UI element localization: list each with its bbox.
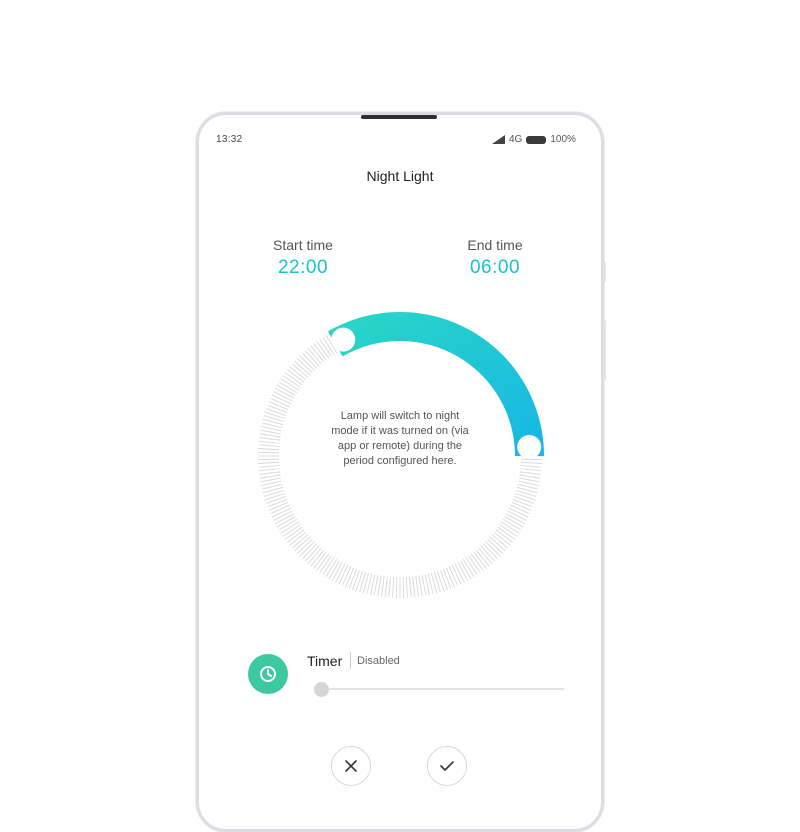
dial-tick	[270, 397, 290, 408]
dial-tick	[513, 496, 534, 504]
dial-tick	[258, 448, 280, 451]
start-handle[interactable]	[331, 327, 356, 352]
timer-label: Timer	[307, 653, 343, 669]
dial-tick	[264, 493, 286, 501]
dial-tick	[267, 404, 288, 414]
signal-icon	[492, 135, 505, 144]
dial-tick	[258, 451, 280, 454]
end-time-block[interactable]: End time 06:00	[435, 237, 555, 279]
dial-tick	[412, 576, 416, 598]
clock-icon	[260, 666, 276, 682]
dial-tick	[260, 429, 282, 435]
dial-tick	[373, 574, 379, 596]
dial-tick	[510, 504, 530, 515]
cancel-button[interactable]	[331, 746, 371, 786]
dial-tick	[258, 440, 280, 444]
dial-tick	[405, 576, 408, 598]
dial-tick	[377, 575, 382, 597]
side-button-lower	[603, 320, 606, 380]
dial-tick	[268, 501, 289, 511]
dial-tick	[514, 493, 536, 501]
dial-tick	[519, 471, 541, 475]
dial-tick	[520, 465, 542, 468]
dial-tick	[395, 576, 398, 598]
dial-tick	[448, 566, 459, 586]
dial-tick	[270, 504, 290, 515]
dial-tick	[259, 437, 281, 441]
dial-tick	[512, 498, 533, 508]
dial-tick	[341, 566, 352, 586]
dial-tick	[511, 501, 532, 511]
dial-tick	[519, 474, 541, 479]
dial-tick	[348, 568, 358, 589]
dial-tick	[451, 565, 462, 585]
dial-tick	[392, 576, 395, 598]
timer-slider-track[interactable]	[316, 688, 564, 690]
dial-tick	[258, 444, 280, 447]
timer-toggle[interactable]	[248, 654, 288, 694]
start-time-label: Start time	[273, 237, 333, 253]
dial-tick	[258, 468, 280, 472]
dial-tick	[338, 565, 349, 585]
confirm-button[interactable]	[427, 746, 467, 786]
dial-tick	[258, 461, 280, 464]
dial-tick	[352, 569, 360, 590]
dial-tick	[345, 567, 355, 588]
dial-tick	[271, 507, 291, 518]
dial-tick	[267, 498, 288, 508]
page-title: Night Light	[366, 168, 434, 184]
timer-status: Disabled	[357, 655, 400, 667]
status-time: 13:32	[216, 134, 243, 145]
dial-tick	[520, 458, 542, 461]
end-time-value[interactable]: 06:00	[435, 257, 555, 279]
dial-tick	[445, 567, 455, 588]
timer-slider-thumb[interactable]	[314, 682, 329, 697]
dial-tick	[409, 576, 412, 598]
network-label: 4G	[509, 134, 523, 145]
dial-tick	[518, 477, 540, 483]
dial-tick	[442, 568, 452, 589]
dial-tick	[266, 408, 287, 416]
dial-tick	[259, 471, 281, 475]
phone-notch	[361, 115, 437, 119]
end-handle[interactable]	[517, 434, 542, 459]
dial-tick	[520, 468, 542, 472]
check-icon	[440, 761, 454, 771]
dial-tick	[258, 465, 280, 468]
close-icon	[345, 760, 357, 772]
status-indicators: 4G 100%	[492, 134, 576, 145]
dial-tick	[509, 507, 529, 518]
dial-tick	[437, 570, 445, 592]
battery-label: 100%	[550, 134, 576, 145]
dial-tick	[418, 575, 423, 597]
dial-tick	[260, 477, 282, 483]
dial-tick	[384, 576, 388, 598]
dial-tick	[388, 576, 391, 598]
dial-tick	[266, 496, 287, 504]
dial-tick	[258, 458, 280, 461]
start-time-value[interactable]: 22:00	[243, 257, 363, 279]
battery-icon	[526, 135, 547, 144]
dial-tick	[421, 574, 427, 596]
dial-tick	[355, 570, 363, 592]
dial-tick	[259, 474, 281, 479]
end-time-label: End time	[467, 237, 523, 253]
dial-tick	[520, 461, 542, 464]
dial-tick	[271, 394, 291, 405]
dial-tick	[381, 575, 385, 597]
dial-tick	[259, 433, 281, 438]
start-time-block[interactable]: Start time 22:00	[243, 237, 363, 279]
dial-tick	[402, 576, 405, 598]
side-button-upper	[603, 262, 606, 282]
timer-divider	[350, 652, 351, 669]
dial-tick	[264, 411, 286, 419]
dial-tick	[268, 401, 289, 411]
dial-tick	[440, 569, 448, 590]
dial-tick	[415, 575, 419, 597]
dial-description: Lamp will switch to night mode if it was…	[331, 410, 469, 467]
